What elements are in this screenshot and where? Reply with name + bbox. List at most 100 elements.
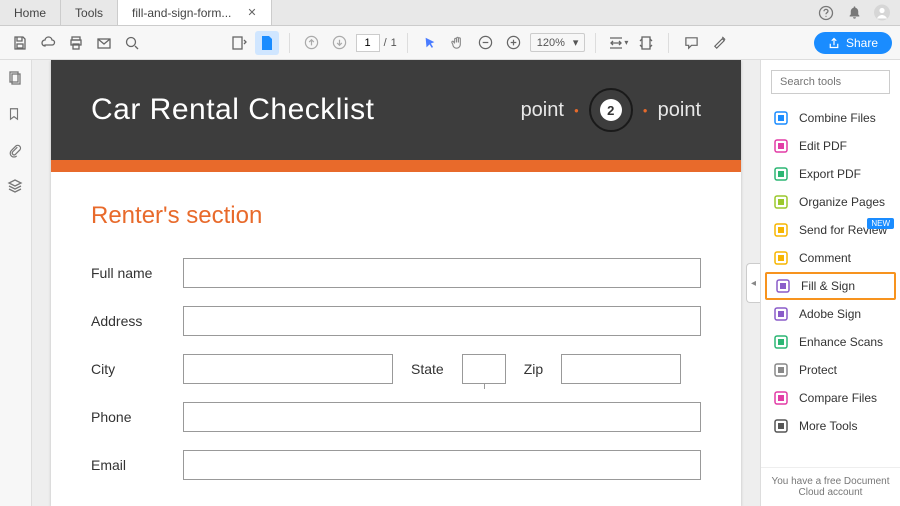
tool-icon: [773, 362, 789, 378]
bookmark-icon[interactable]: [7, 106, 25, 124]
zoom-value: 120%: [537, 37, 565, 49]
hand-icon[interactable]: [446, 31, 470, 55]
down-arrow-icon[interactable]: [328, 31, 352, 55]
tool-export-pdf[interactable]: Export PDF: [761, 160, 900, 188]
zoom-select[interactable]: 120% ▾: [530, 33, 586, 52]
tab-document[interactable]: fill-and-sign-form... ✕: [118, 0, 272, 25]
attachment-icon[interactable]: [7, 142, 25, 160]
tool-label: More Tools: [799, 419, 857, 433]
tool-enhance-scans[interactable]: Enhance Scans: [761, 328, 900, 356]
label-state: State: [405, 361, 450, 377]
tool-icon: [773, 110, 789, 126]
body: Car Rental Checklist point ● 2 ● point R…: [0, 60, 900, 506]
section-title: Renter's section: [91, 202, 701, 230]
brand-logo: point ● 2 ● point: [521, 88, 701, 132]
tool-edit-pdf[interactable]: Edit PDF: [761, 132, 900, 160]
bell-icon[interactable]: [846, 5, 862, 21]
tool-label: Organize Pages: [799, 195, 885, 209]
search-input[interactable]: [771, 70, 890, 94]
orange-divider: [51, 160, 741, 172]
page-icon[interactable]: [255, 31, 279, 55]
page-thumbnails-icon[interactable]: [227, 31, 251, 55]
mail-icon[interactable]: [92, 31, 116, 55]
tool-label: Edit PDF: [799, 139, 847, 153]
row-phone: Phone: [91, 402, 701, 432]
tool-label: Combine Files: [799, 111, 876, 125]
tool-label: Comment: [799, 251, 851, 265]
thumbnails-icon[interactable]: [7, 70, 25, 88]
tool-icon: [773, 222, 789, 238]
tool-label: Enhance Scans: [799, 335, 883, 349]
pointer-icon[interactable]: [418, 31, 442, 55]
tool-label: Adobe Sign: [799, 307, 861, 321]
share-button[interactable]: Share: [814, 32, 892, 54]
row-city: City State Zip: [91, 354, 701, 384]
close-icon[interactable]: ✕: [247, 6, 256, 19]
zoom-out-icon[interactable]: [474, 31, 498, 55]
toolbar: / 1 120% ▾ ▾ Share: [0, 26, 900, 60]
tab-bar: Home Tools fill-and-sign-form... ✕: [0, 0, 900, 26]
row-address: Address: [91, 306, 701, 336]
left-rail: [0, 60, 32, 506]
layers-icon[interactable]: [7, 178, 25, 196]
label-fullname: Full name: [91, 265, 171, 281]
pdf-header: Car Rental Checklist point ● 2 ● point: [51, 60, 741, 160]
label-city: City: [91, 361, 171, 377]
row-email: Email: [91, 450, 701, 480]
tool-comment[interactable]: Comment: [761, 244, 900, 272]
highlight-icon[interactable]: [707, 31, 731, 55]
pdf-body: Renter's section Full name Address City …: [51, 172, 741, 506]
tool-protect[interactable]: Protect: [761, 356, 900, 384]
field-address[interactable]: [183, 306, 701, 336]
print-icon[interactable]: [64, 31, 88, 55]
field-zip[interactable]: [561, 354, 681, 384]
tool-adobe-sign[interactable]: Adobe Sign: [761, 300, 900, 328]
field-city[interactable]: [183, 354, 393, 384]
cloud-icon[interactable]: [36, 31, 60, 55]
page-indicator: / 1: [356, 34, 397, 52]
comment-icon[interactable]: [679, 31, 703, 55]
label-phone: Phone: [91, 409, 171, 425]
tool-more-tools[interactable]: More Tools: [761, 412, 900, 440]
badge-new: NEW: [867, 218, 894, 229]
fit-width-icon[interactable]: ▾: [606, 31, 630, 55]
fit-page-icon[interactable]: [634, 31, 658, 55]
tool-icon: [773, 194, 789, 210]
tool-send-for-review[interactable]: Send for ReviewNEW: [761, 216, 900, 244]
tab-tools-label: Tools: [75, 6, 103, 20]
help-icon[interactable]: [818, 5, 834, 21]
tool-label: Compare Files: [799, 391, 877, 405]
tool-icon: [773, 306, 789, 322]
tool-combine-files[interactable]: Combine Files: [761, 104, 900, 132]
app-root: Home Tools fill-and-sign-form... ✕ / 1: [0, 0, 900, 506]
account-footnote: You have a free Document Cloud account: [761, 467, 900, 506]
tool-icon: [773, 166, 789, 182]
field-email[interactable]: [183, 450, 701, 480]
tools-list: Combine Files Edit PDF Export PDF Organize …: [761, 104, 900, 467]
tab-home[interactable]: Home: [0, 0, 61, 25]
document-area[interactable]: Car Rental Checklist point ● 2 ● point R…: [32, 60, 760, 506]
tool-icon: [773, 250, 789, 266]
tab-tools[interactable]: Tools: [61, 0, 118, 25]
user-icon[interactable]: [874, 5, 890, 21]
page-current-input[interactable]: [356, 34, 380, 52]
save-icon[interactable]: [8, 31, 32, 55]
zoom-in-icon[interactable]: [502, 31, 526, 55]
tool-icon: [773, 334, 789, 350]
up-arrow-icon[interactable]: [300, 31, 324, 55]
chevron-down-icon: ▾: [573, 36, 579, 49]
field-phone[interactable]: [183, 402, 701, 432]
field-fullname[interactable]: [183, 258, 701, 288]
brand-number: 2: [600, 99, 622, 121]
panel-toggle[interactable]: ◂: [746, 263, 760, 303]
search-icon[interactable]: [120, 31, 144, 55]
right-panel: Combine Files Edit PDF Export PDF Organize …: [760, 60, 900, 506]
tool-compare-files[interactable]: Compare Files: [761, 384, 900, 412]
field-state[interactable]: [462, 354, 506, 384]
tool-organize-pages[interactable]: Organize Pages: [761, 188, 900, 216]
share-label: Share: [846, 36, 878, 50]
tool-fill-sign[interactable]: Fill & Sign: [765, 272, 896, 300]
pdf-page: Car Rental Checklist point ● 2 ● point R…: [51, 60, 741, 506]
page-sep: /: [384, 37, 387, 49]
tab-document-label: fill-and-sign-form...: [132, 6, 231, 20]
